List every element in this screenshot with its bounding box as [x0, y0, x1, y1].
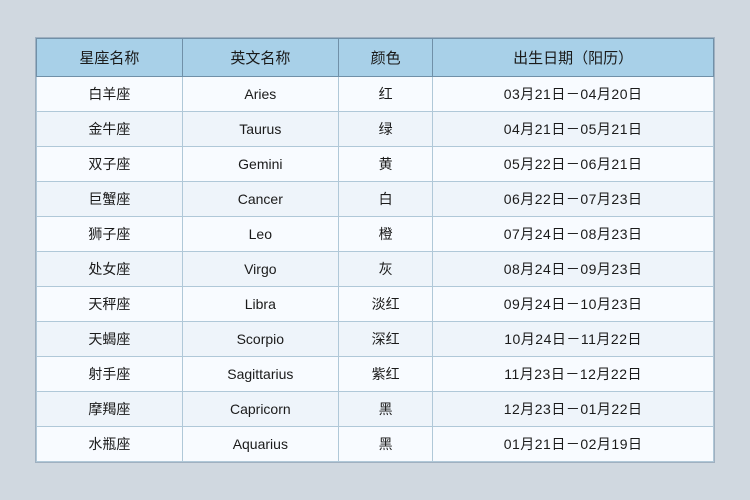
- table-row: 白羊座Aries红03月21日－04月20日: [37, 77, 714, 112]
- cell-row7-col2: 深红: [338, 322, 432, 357]
- cell-row3-col2: 白: [338, 182, 432, 217]
- cell-row10-col0: 水瓶座: [37, 427, 183, 462]
- cell-row5-col0: 处女座: [37, 252, 183, 287]
- table-row: 金牛座Taurus绿04月21日－05月21日: [37, 112, 714, 147]
- table-row: 双子座Gemini黄05月22日－06月21日: [37, 147, 714, 182]
- cell-row6-col2: 淡红: [338, 287, 432, 322]
- cell-row3-col3: 06月22日－07月23日: [433, 182, 714, 217]
- cell-row0-col2: 红: [338, 77, 432, 112]
- table-row: 巨蟹座Cancer白06月22日－07月23日: [37, 182, 714, 217]
- cell-row0-col1: Aries: [182, 77, 338, 112]
- cell-row0-col0: 白羊座: [37, 77, 183, 112]
- table-row: 天秤座Libra淡红09月24日－10月23日: [37, 287, 714, 322]
- cell-row6-col0: 天秤座: [37, 287, 183, 322]
- cell-row3-col0: 巨蟹座: [37, 182, 183, 217]
- cell-row4-col3: 07月24日－08月23日: [433, 217, 714, 252]
- cell-row4-col2: 橙: [338, 217, 432, 252]
- header-birth-date: 出生日期（阳历）: [433, 39, 714, 77]
- cell-row9-col2: 黑: [338, 392, 432, 427]
- table-row: 射手座Sagittarius紫红11月23日－12月22日: [37, 357, 714, 392]
- header-chinese-name: 星座名称: [37, 39, 183, 77]
- table-row: 摩羯座Capricorn黑12月23日－01月22日: [37, 392, 714, 427]
- cell-row2-col0: 双子座: [37, 147, 183, 182]
- cell-row10-col2: 黑: [338, 427, 432, 462]
- cell-row2-col2: 黄: [338, 147, 432, 182]
- header-english-name: 英文名称: [182, 39, 338, 77]
- cell-row10-col1: Aquarius: [182, 427, 338, 462]
- table-body: 白羊座Aries红03月21日－04月20日金牛座Taurus绿04月21日－0…: [37, 77, 714, 462]
- table-row: 狮子座Leo橙07月24日－08月23日: [37, 217, 714, 252]
- cell-row6-col3: 09月24日－10月23日: [433, 287, 714, 322]
- cell-row7-col3: 10月24日－11月22日: [433, 322, 714, 357]
- cell-row5-col2: 灰: [338, 252, 432, 287]
- cell-row5-col1: Virgo: [182, 252, 338, 287]
- cell-row0-col3: 03月21日－04月20日: [433, 77, 714, 112]
- cell-row9-col3: 12月23日－01月22日: [433, 392, 714, 427]
- table-row: 水瓶座Aquarius黑01月21日－02月19日: [37, 427, 714, 462]
- cell-row8-col2: 紫红: [338, 357, 432, 392]
- table-row: 处女座Virgo灰08月24日－09月23日: [37, 252, 714, 287]
- cell-row1-col1: Taurus: [182, 112, 338, 147]
- cell-row4-col1: Leo: [182, 217, 338, 252]
- cell-row5-col3: 08月24日－09月23日: [433, 252, 714, 287]
- cell-row4-col0: 狮子座: [37, 217, 183, 252]
- cell-row8-col3: 11月23日－12月22日: [433, 357, 714, 392]
- zodiac-table-container: 星座名称 英文名称 颜色 出生日期（阳历） 白羊座Aries红03月21日－04…: [35, 37, 715, 463]
- cell-row7-col0: 天蝎座: [37, 322, 183, 357]
- cell-row3-col1: Cancer: [182, 182, 338, 217]
- cell-row1-col2: 绿: [338, 112, 432, 147]
- cell-row6-col1: Libra: [182, 287, 338, 322]
- table-header-row: 星座名称 英文名称 颜色 出生日期（阳历）: [37, 39, 714, 77]
- header-color: 颜色: [338, 39, 432, 77]
- cell-row9-col1: Capricorn: [182, 392, 338, 427]
- cell-row1-col3: 04月21日－05月21日: [433, 112, 714, 147]
- cell-row8-col1: Sagittarius: [182, 357, 338, 392]
- table-row: 天蝎座Scorpio深红10月24日－11月22日: [37, 322, 714, 357]
- cell-row1-col0: 金牛座: [37, 112, 183, 147]
- cell-row7-col1: Scorpio: [182, 322, 338, 357]
- cell-row8-col0: 射手座: [37, 357, 183, 392]
- cell-row9-col0: 摩羯座: [37, 392, 183, 427]
- cell-row2-col3: 05月22日－06月21日: [433, 147, 714, 182]
- cell-row2-col1: Gemini: [182, 147, 338, 182]
- zodiac-table: 星座名称 英文名称 颜色 出生日期（阳历） 白羊座Aries红03月21日－04…: [36, 38, 714, 462]
- cell-row10-col3: 01月21日－02月19日: [433, 427, 714, 462]
